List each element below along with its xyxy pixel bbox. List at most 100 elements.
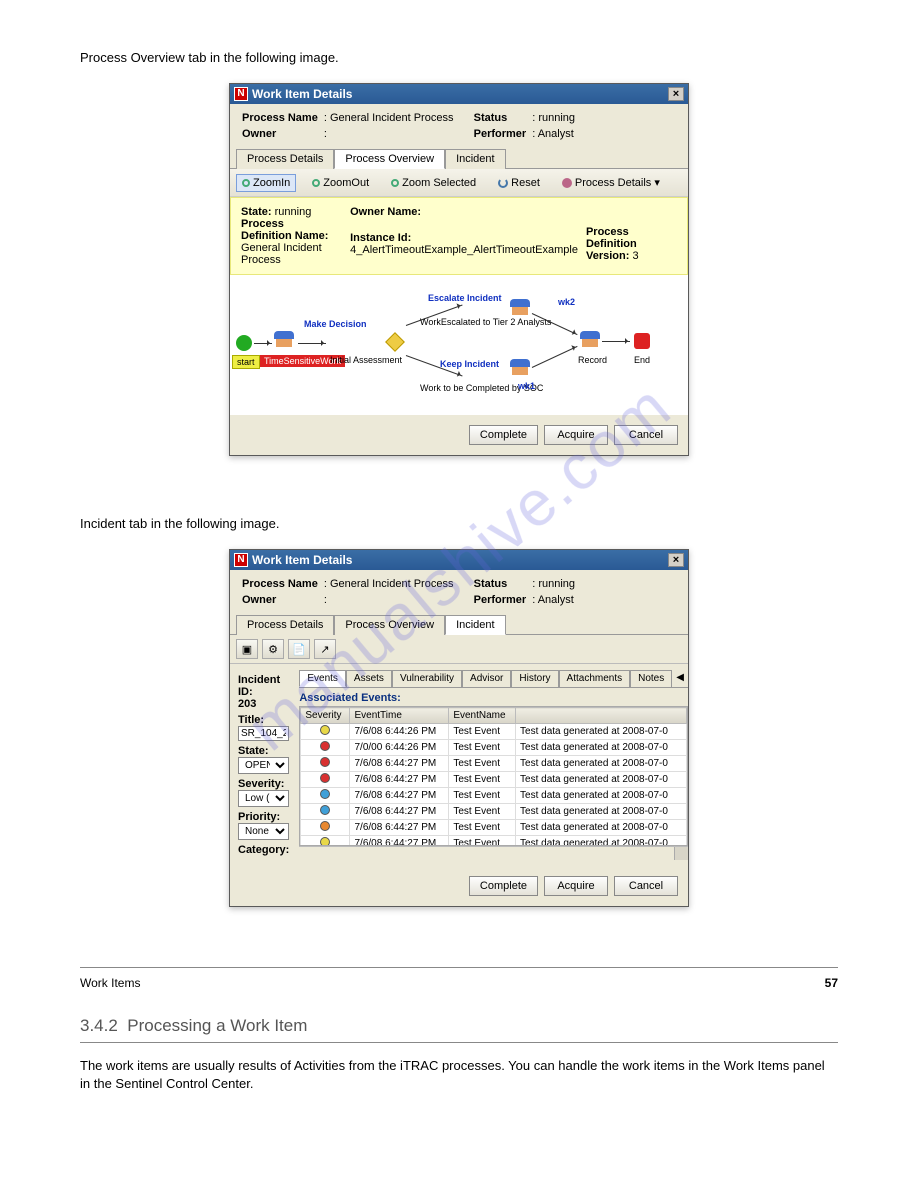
- actor-icon: [276, 331, 292, 347]
- toolbar: ZoomIn ZoomOut Zoom Selected Reset Proce…: [230, 169, 688, 197]
- title-field[interactable]: [238, 726, 289, 741]
- toolbar-btn-3[interactable]: 📄: [288, 639, 310, 659]
- section-divider: [80, 1042, 838, 1043]
- zoom-selected-icon: [391, 179, 399, 187]
- col-event-time[interactable]: EventTime: [350, 708, 449, 724]
- severity-dot-icon: [320, 821, 330, 831]
- state-label: State:: [241, 206, 272, 218]
- cell-desc: Test data generated at 2008-07-0: [516, 724, 687, 740]
- footer-page-number: 57: [825, 976, 838, 990]
- subtab-assets[interactable]: Assets: [346, 670, 392, 687]
- incident-id-label: Incident ID:: [238, 674, 289, 698]
- table-row[interactable]: 7/6/08 6:44:27 PMTest EventTest data gen…: [301, 788, 687, 804]
- cell-name: Test Event: [449, 756, 516, 772]
- doc-icon: 📄: [292, 643, 306, 656]
- state-select[interactable]: OPEN: [238, 757, 289, 774]
- subtab-history[interactable]: History: [511, 670, 558, 687]
- subtab-vulnerability[interactable]: Vulnerability: [392, 670, 462, 687]
- process-name-label: Process Name: [242, 112, 318, 124]
- performer-value: : Analyst: [532, 594, 676, 606]
- footer-left: Work Items: [80, 976, 140, 990]
- tab-process-details[interactable]: Process Details: [236, 149, 334, 169]
- severity-dot-icon: [320, 725, 330, 735]
- complete-button[interactable]: Complete: [469, 425, 538, 445]
- dialog-footer: Complete Acquire Cancel: [230, 866, 688, 906]
- severity-select[interactable]: Low (2): [238, 790, 289, 807]
- zoom-in-button[interactable]: ZoomIn: [236, 174, 296, 192]
- complete-button[interactable]: Complete: [469, 876, 538, 896]
- horizontal-scrollbar[interactable]: [299, 846, 688, 860]
- tab-process-details[interactable]: Process Details: [236, 615, 334, 635]
- table-row[interactable]: 7/6/08 6:44:26 PMTest EventTest data gen…: [301, 724, 687, 740]
- process-details-button[interactable]: Process Details ▾: [556, 173, 666, 192]
- toolbar-btn-4[interactable]: ↗: [314, 639, 336, 659]
- app-icon: N: [234, 553, 248, 567]
- export-icon: ↗: [320, 643, 329, 656]
- reset-button[interactable]: Reset: [492, 174, 546, 192]
- tab-process-overview[interactable]: Process Overview: [334, 615, 445, 635]
- tab-process-overview[interactable]: Process Overview: [334, 149, 445, 169]
- tab-incident[interactable]: Incident: [445, 149, 506, 169]
- window-title: Work Item Details: [252, 87, 352, 101]
- table-row[interactable]: 7/6/08 6:44:27 PMTest EventTest data gen…: [301, 836, 687, 847]
- cancel-button[interactable]: Cancel: [614, 425, 678, 445]
- subtab-scroll-right[interactable]: ◀: [672, 670, 688, 687]
- cell-name: Test Event: [449, 772, 516, 788]
- table-row[interactable]: 7/6/08 6:44:27 PMTest EventTest data gen…: [301, 772, 687, 788]
- table-row[interactable]: 7/6/08 6:44:27 PMTest EventTest data gen…: [301, 804, 687, 820]
- title-label: Title:: [238, 714, 289, 726]
- associated-events-label: Associated Events:: [299, 692, 688, 704]
- zoom-out-icon: [312, 179, 320, 187]
- process-label: Process: [241, 218, 284, 230]
- actor-icon: [512, 359, 528, 375]
- zoom-out-button[interactable]: ZoomOut: [306, 174, 375, 192]
- events-scroll-area[interactable]: Severity EventTime EventName 7/6/08 6:44…: [299, 706, 688, 846]
- events-table: Severity EventTime EventName 7/6/08 6:44…: [300, 707, 687, 846]
- subtab-advisor[interactable]: Advisor: [462, 670, 511, 687]
- table-row[interactable]: 7/6/08 6:44:27 PMTest EventTest data gen…: [301, 820, 687, 836]
- close-icon[interactable]: ×: [668, 87, 684, 101]
- wk2-label: wk2: [558, 297, 575, 307]
- table-row[interactable]: 7/0/00 6:44:26 PMTest EventTest data gen…: [301, 740, 687, 756]
- def-name-label: Definition Name:: [241, 230, 328, 242]
- col-desc[interactable]: [516, 708, 687, 724]
- cell-name: Test Event: [449, 724, 516, 740]
- priority-select[interactable]: None (0): [238, 823, 289, 840]
- cancel-button[interactable]: Cancel: [614, 876, 678, 896]
- acquire-button[interactable]: Acquire: [544, 876, 608, 896]
- owner-name-label: Owner Name:: [350, 206, 578, 218]
- toolbar-btn-2[interactable]: ⚙: [262, 639, 284, 659]
- events-panel: Events Assets Vulnerability Advisor Hist…: [299, 670, 688, 860]
- cell-time: 7/6/08 6:44:27 PM: [350, 788, 449, 804]
- footer-divider: [80, 967, 838, 968]
- toolbar-btn-1[interactable]: ▣: [236, 639, 258, 659]
- record-label: Record: [578, 355, 607, 365]
- instance-id-label: Instance Id:: [350, 232, 578, 244]
- arrow: [532, 346, 578, 368]
- decision-icon: [385, 332, 405, 352]
- section-body: The work items are usually results of Ac…: [80, 1057, 838, 1093]
- col-event-name[interactable]: EventName: [449, 708, 516, 724]
- table-row[interactable]: 7/6/08 6:44:27 PMTest EventTest data gen…: [301, 756, 687, 772]
- subtab-notes[interactable]: Notes: [630, 670, 672, 687]
- version-value: 3: [632, 250, 638, 262]
- header-info: Process Name : General Incident Process …: [230, 570, 688, 614]
- cell-desc: Test data generated at 2008-07-0: [516, 820, 687, 836]
- status-label: Status: [474, 578, 527, 590]
- wk1-label: wk1: [518, 381, 535, 391]
- subtab-row: Events Assets Vulnerability Advisor Hist…: [299, 670, 688, 688]
- tab-incident[interactable]: Incident: [445, 615, 506, 635]
- performer-label: Performer: [474, 594, 527, 606]
- section-heading: 3.4.2 Processing a Work Item: [80, 1016, 838, 1036]
- subtab-events[interactable]: Events: [299, 670, 346, 687]
- severity-dot-icon: [320, 805, 330, 815]
- close-icon[interactable]: ×: [668, 553, 684, 567]
- gear-icon: [562, 178, 572, 188]
- zoom-selected-button[interactable]: Zoom Selected: [385, 174, 482, 192]
- col-severity[interactable]: Severity: [301, 708, 350, 724]
- category-label: Category:: [238, 844, 289, 856]
- titlebar: N Work Item Details ×: [230, 84, 688, 104]
- performer-label: Performer: [474, 128, 527, 140]
- acquire-button[interactable]: Acquire: [544, 425, 608, 445]
- subtab-attachments[interactable]: Attachments: [559, 670, 631, 687]
